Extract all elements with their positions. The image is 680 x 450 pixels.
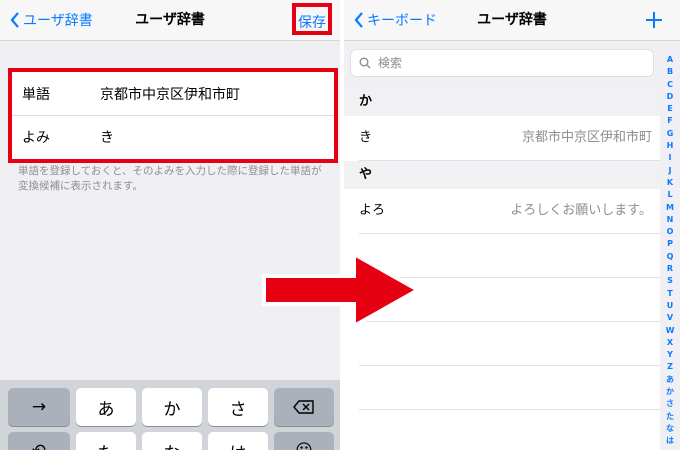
section-index-letter[interactable]: O [660,226,680,238]
section-index-letter[interactable]: た [660,411,680,423]
emoji-key[interactable]: ☺ [274,432,334,450]
section-index-letter[interactable]: C [660,79,680,91]
empty-row [359,366,660,410]
section-index-letter[interactable]: U [660,300,680,312]
section-index-letter[interactable]: さ [660,398,680,410]
left-nav-bar: ユーザ辞書 ユーザ辞書 保存 [0,0,340,41]
yomi-field[interactable]: き [100,127,334,147]
left-screen: ユーザ辞書 ユーザ辞書 保存 単語 京都市中京区伊和市町 よみ き 単語を登録し… [0,0,340,450]
list-item-word: 京都市中京区伊和市町 [521,130,652,145]
section-index-letter[interactable]: W [660,325,680,337]
section-index-letter[interactable]: N [660,214,680,226]
section-index-letter[interactable]: あ [660,374,680,386]
section-index-letter[interactable]: H [660,140,680,152]
key-ha[interactable]: は [208,432,268,450]
empty-row [359,410,660,450]
section-index-letter[interactable]: Y [660,349,680,361]
section-index-letter[interactable]: T [660,288,680,300]
word-label: 単語 [22,86,50,103]
section-index-letter[interactable]: E [660,103,680,115]
section-index-letter[interactable]: P [660,238,680,250]
key-a[interactable]: あ [76,388,136,426]
section-header-ka: か [344,88,660,116]
plus-icon [646,12,662,28]
section-index-letter[interactable]: J [660,165,680,177]
search-input[interactable] [376,55,580,71]
undo-key[interactable]: ↶ [8,432,70,450]
search-icon [359,57,371,69]
section-index-letter[interactable]: G [660,128,680,140]
list-item[interactable]: よろ よろしくお願いします。 [359,189,660,234]
key-na[interactable]: な [142,432,202,450]
yomi-label: よみ [22,130,50,146]
section-index-letter[interactable]: B [660,66,680,78]
right-screen: キーボード ユーザ辞書 か き 京都市中京区伊和市町 や よろ よろしくお願いし… [344,0,680,450]
search-bar [344,41,680,88]
section-index-letter[interactable]: A [660,54,680,66]
list-item-word: よろしくお願いします。 [510,203,652,218]
yomi-row[interactable]: よみ き [12,115,334,158]
section-index-letter[interactable]: X [660,337,680,349]
page-title: ユーザ辞書 [477,12,547,28]
section-header-ya: や [344,161,660,189]
list-item-yomi: よろ [359,203,386,218]
word-field[interactable]: 京都市中京区伊和市町 [100,84,334,104]
transition-arrow-icon [262,250,423,330]
section-index-letter[interactable]: Q [660,251,680,263]
save-button[interactable]: 保存 [292,3,332,35]
delete-key[interactable] [274,388,334,426]
help-note: 単語を登録しておくと、そのよみを入力した際に登録した単語が変換候補に表示されます… [18,165,322,192]
section-index-letter[interactable]: な [660,423,680,435]
add-word-button[interactable] [640,6,668,34]
backspace-icon [293,400,314,414]
key-ka[interactable]: か [142,388,202,426]
word-entry-form: 単語 京都市中京区伊和市町 よみ き [8,68,338,163]
word-row[interactable]: 単語 京都市中京区伊和市町 [12,72,334,115]
key-sa[interactable]: さ [208,388,268,426]
next-candidate-key[interactable]: → [8,388,70,426]
section-index-letter[interactable]: V [660,312,680,324]
section-index-letter[interactable]: S [660,275,680,287]
section-index-letter[interactable]: D [660,91,680,103]
section-index-letter[interactable]: R [660,263,680,275]
page-title: ユーザ辞書 [135,12,205,28]
section-index-letter[interactable]: L [660,189,680,201]
section-index-letter[interactable]: K [660,177,680,189]
section-index-letter[interactable]: か [660,386,680,398]
section-index[interactable]: ABCDEFGHIJKLMNOPQRSTUVWXYZあかさたなは [660,54,680,448]
key-ta[interactable]: た [76,432,136,450]
section-index-letter[interactable]: I [660,152,680,164]
section-index-letter[interactable]: Z [660,361,680,373]
section-index-letter[interactable]: F [660,115,680,127]
list-item-yomi: き [359,130,373,145]
section-index-letter[interactable]: M [660,202,680,214]
right-nav-bar: キーボード ユーザ辞書 [344,0,680,41]
list-item[interactable]: き 京都市中京区伊和市町 [359,116,660,161]
search-field-container[interactable] [350,49,654,77]
section-index-letter[interactable]: は [660,435,680,447]
